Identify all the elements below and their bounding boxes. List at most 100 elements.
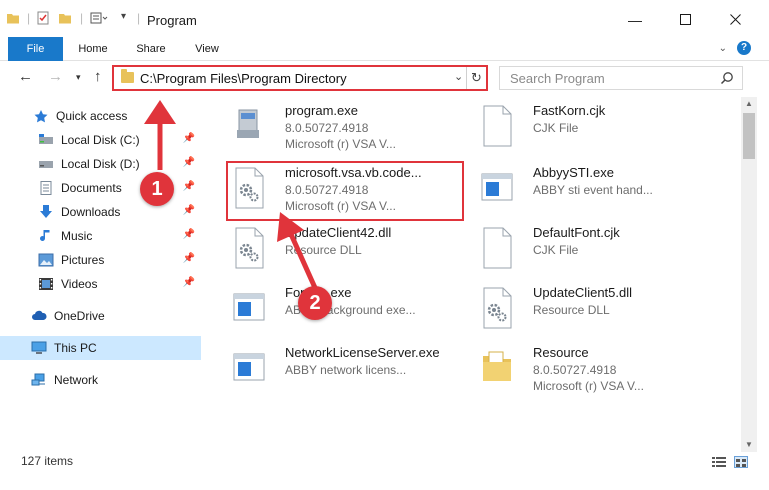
toolbar-separator: |	[27, 11, 31, 25]
window-title: Program	[147, 13, 197, 28]
address-path[interactable]: C:\Program Files\Program Directory	[140, 71, 347, 86]
up-arrow-icon[interactable]: ↑	[94, 68, 102, 85]
address-bar[interactable]: C:\Program Files\Program Directory ⌄ ↻	[112, 65, 488, 91]
close-button[interactable]	[712, 0, 758, 40]
file-detail: 8.0.50727.4918	[285, 121, 369, 135]
folder-icon	[479, 346, 515, 390]
back-arrow-icon[interactable]: ←	[18, 68, 33, 85]
pin-icon[interactable]: 📌	[183, 157, 195, 168]
status-bar: 127 items	[0, 452, 769, 472]
file-item-abbyysti-exe[interactable]: AbbyySTI.exe ABBY sti event hand...	[463, 162, 703, 216]
dll-gear-file-icon	[231, 226, 267, 270]
callout-badge-1: 1	[140, 172, 174, 206]
documents-icon	[38, 181, 54, 195]
blank-file-icon	[479, 226, 515, 270]
customize-toolbar-chevron-icon[interactable]: ▾	[121, 11, 126, 22]
scrollbar-thumb[interactable]	[743, 113, 755, 159]
network-icon	[31, 373, 47, 387]
file-name: UpdateClient5.dll	[533, 285, 633, 300]
sidebar-item-label: Network	[54, 373, 99, 387]
tab-home[interactable]: Home	[70, 37, 116, 61]
details-view-icon[interactable]	[712, 456, 726, 468]
large-icons-view-icon[interactable]	[734, 456, 748, 468]
file-detail: 8.0.50727.4918	[533, 363, 617, 377]
file-item-fontbg-exe[interactable]: FontBg.exe ABBY background exe...	[215, 282, 455, 336]
title-bar: | | ▾ | Program —	[0, 0, 769, 40]
tab-file[interactable]: File	[8, 37, 63, 61]
file-item-updateclient5-dll[interactable]: UpdateClient5.dll Resource DLL	[463, 282, 703, 336]
sidebar-item-local-disk-d[interactable]: Local Disk (D:) 📌	[0, 152, 201, 176]
pin-icon[interactable]: 📌	[183, 229, 195, 240]
file-item-resource-folder[interactable]: Resource 8.0.50727.4918 Microsoft (r) VS…	[463, 342, 703, 396]
file-detail: ABBY network licens...	[285, 363, 407, 377]
cloud-icon	[31, 309, 47, 323]
scroll-up-arrow-icon[interactable]: ▲	[741, 97, 757, 111]
file-name: AbbyySTI.exe	[533, 165, 614, 180]
file-name: UpdateClient42.dll	[285, 225, 392, 240]
sidebar-item-local-disk-c[interactable]: Local Disk (C:) 📌	[0, 128, 201, 152]
selected-file-highlight	[226, 161, 464, 221]
sidebar-item-this-pc[interactable]: This PC	[0, 336, 201, 360]
blank-file-icon	[479, 104, 515, 148]
monitor-icon	[31, 341, 47, 355]
file-detail: ABBY sti event hand...	[533, 183, 653, 197]
sidebar-item-label: Pictures	[61, 253, 105, 267]
pin-icon[interactable]: 📌	[183, 277, 195, 288]
music-note-icon	[38, 229, 54, 243]
sidebar-item-label: Local Disk (C:)	[61, 133, 140, 147]
file-item-program-exe[interactable]: program.exe 8.0.50727.4918 Microsoft (r)…	[215, 100, 455, 154]
search-box[interactable]: Search Program	[499, 66, 743, 90]
new-folder-icon[interactable]	[58, 11, 72, 25]
sidebar-item-label: OneDrive	[54, 309, 105, 323]
sidebar-item-label: Music	[61, 229, 93, 243]
maximize-button[interactable]	[662, 0, 708, 40]
pin-icon[interactable]: 📌	[183, 205, 195, 216]
download-arrow-icon	[38, 205, 54, 219]
file-detail: Resource DLL	[285, 243, 362, 257]
search-input[interactable]: Search Program	[510, 71, 605, 86]
view-details-icon[interactable]	[90, 11, 108, 25]
drive-icon	[38, 133, 54, 147]
exe-window-icon	[231, 286, 267, 330]
sidebar-item-music[interactable]: Music 📌	[0, 224, 201, 248]
file-item-fastkorn-cjk[interactable]: FastKorn.cjk CJK File	[463, 100, 703, 154]
minimize-button[interactable]: —	[612, 0, 658, 40]
callout-badge-2: 2	[298, 286, 332, 320]
file-item-defaultfont-cjk[interactable]: DefaultFont.cjk CJK File	[463, 222, 703, 276]
exe-installer-icon	[231, 104, 267, 148]
sidebar-item-quick-access[interactable]: Quick access	[0, 104, 201, 128]
file-item-updateclient42-dll[interactable]: UpdateClient42.dll Resource DLL	[215, 222, 455, 276]
tab-view[interactable]: View	[184, 37, 230, 61]
folder-icon	[121, 69, 134, 83]
help-icon[interactable]: ?	[737, 41, 751, 55]
sidebar-item-videos[interactable]: Videos 📌	[0, 272, 201, 296]
file-detail: CJK File	[533, 121, 579, 135]
tab-share[interactable]: Share	[128, 37, 174, 61]
recent-locations-chevron-icon[interactable]: ▾	[76, 72, 81, 83]
pin-icon[interactable]: 📌	[183, 133, 195, 144]
sidebar-item-network[interactable]: Network	[0, 368, 201, 392]
expand-ribbon-chevron-icon[interactable]: ⌄	[719, 43, 727, 54]
pin-icon[interactable]: 📌	[183, 181, 195, 192]
scroll-down-arrow-icon[interactable]: ▼	[741, 438, 757, 452]
file-item-networklicenseserver-exe[interactable]: NetworkLicenseServer.exe ABBY network li…	[215, 342, 455, 396]
exe-window-icon	[231, 346, 267, 390]
dll-gear-file-icon	[479, 286, 515, 330]
sidebar-item-label: Videos	[61, 277, 98, 291]
sidebar-item-pictures[interactable]: Pictures 📌	[0, 248, 201, 272]
file-detail: Resource DLL	[533, 303, 610, 317]
properties-checklist-icon[interactable]	[36, 11, 50, 25]
sidebar-item-onedrive[interactable]: OneDrive	[0, 304, 201, 328]
search-icon[interactable]	[720, 71, 734, 85]
sidebar-item-downloads[interactable]: Downloads 📌	[0, 200, 201, 224]
navigation-bar: ← → ▾ ↑ C:\Program Files\Program Directo…	[0, 61, 769, 95]
address-dropdown-chevron-icon[interactable]: ⌄	[454, 70, 463, 83]
vertical-scrollbar[interactable]: ▲ ▼	[741, 97, 757, 452]
file-name: NetworkLicenseServer.exe	[285, 345, 440, 360]
close-icon	[729, 12, 741, 28]
pin-icon[interactable]: 📌	[183, 253, 195, 264]
forward-arrow-icon[interactable]: →	[48, 68, 63, 85]
refresh-icon[interactable]: ↻	[466, 67, 486, 89]
file-name: FastKorn.cjk	[533, 103, 606, 118]
pictures-icon	[38, 253, 54, 267]
